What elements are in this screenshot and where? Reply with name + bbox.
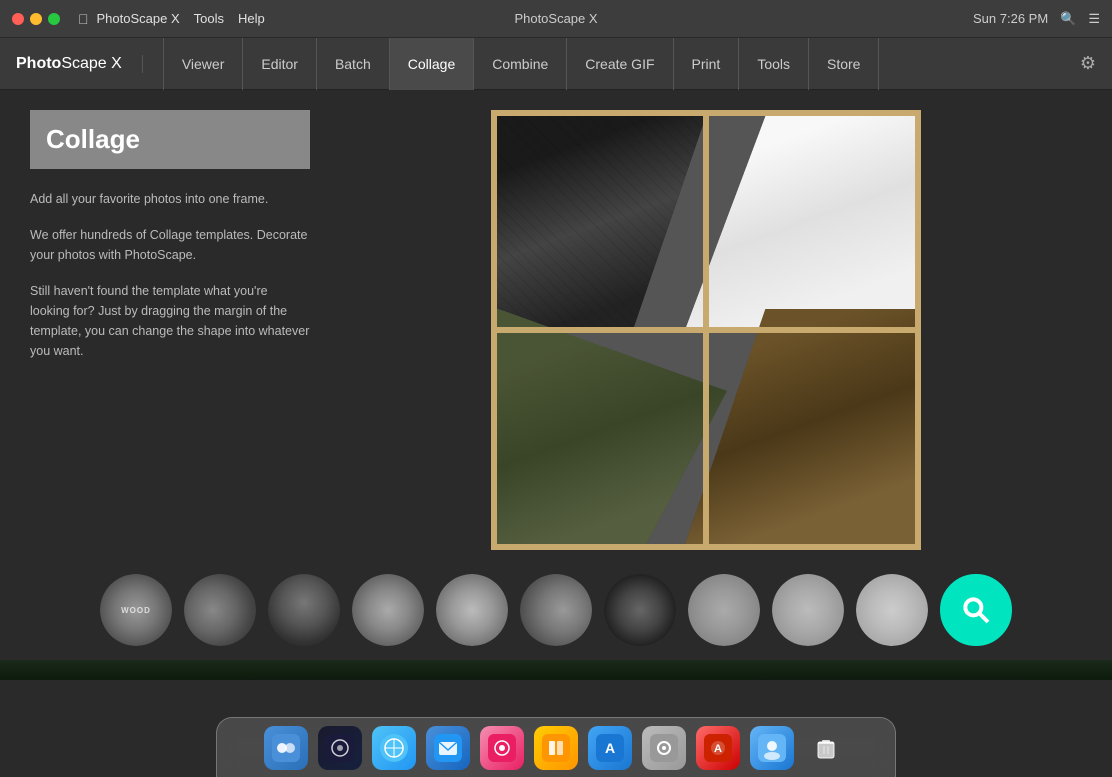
dock-books-icon[interactable]: [534, 726, 578, 770]
collage-preview-container: [330, 110, 1082, 550]
thumb-search-active[interactable]: [940, 574, 1012, 646]
menu-bar: PhotoScape X Tools Help: [97, 11, 265, 26]
title-bar-right: Sun 7:26 PM 🔍 ☰: [973, 11, 1100, 27]
dock-mail-icon[interactable]: [426, 726, 470, 770]
apple-logo-icon: : [78, 11, 89, 27]
dock-system-preferences-icon[interactable]: [642, 726, 686, 770]
description-1: Add all your favorite photos into one fr…: [30, 189, 310, 209]
nav-bar: PhotoScape X Viewer Editor Batch Collage…: [0, 38, 1112, 90]
main-content: Collage Add all your favorite photos int…: [0, 90, 1112, 560]
nav-batch[interactable]: Batch: [317, 38, 390, 90]
nav-tools[interactable]: Tools: [739, 38, 809, 90]
dock-music-icon[interactable]: [480, 726, 524, 770]
collage-quad-bottom-right: [685, 309, 915, 544]
thumb-8[interactable]: [688, 574, 760, 646]
nav-creategif[interactable]: Create GIF: [567, 38, 673, 90]
dock-trash-icon[interactable]: [804, 726, 848, 770]
search-icon[interactable]: 🔍: [1060, 11, 1076, 27]
svg-text:A: A: [605, 740, 615, 756]
description-2: We offer hundreds of Collage templates. …: [30, 225, 310, 265]
thumbnail-strip: WOOD: [0, 560, 1112, 660]
nav-editor[interactable]: Editor: [243, 38, 317, 90]
desktop-strip: [0, 660, 1112, 680]
svg-text:A: A: [714, 743, 722, 755]
nav-items: Viewer Editor Batch Collage Combine Crea…: [163, 38, 1080, 90]
menu-help[interactable]: Help: [238, 11, 265, 26]
nav-store[interactable]: Store: [809, 38, 879, 90]
menu-photoscape[interactable]: PhotoScape X: [97, 11, 180, 26]
minimize-button[interactable]: [30, 13, 42, 25]
collage-title-box: Collage: [30, 110, 310, 169]
window-title: PhotoScape X: [514, 11, 597, 26]
dock-alfred-icon[interactable]: A: [696, 726, 740, 770]
thumb-4[interactable]: [352, 574, 424, 646]
divider-vertical: [703, 116, 709, 544]
dock-finder-icon[interactable]: [264, 726, 308, 770]
dock-appstore-icon[interactable]: A: [588, 726, 632, 770]
thumb-6[interactable]: [520, 574, 592, 646]
dock: A A: [216, 717, 896, 777]
dock-launchpad-icon[interactable]: [318, 726, 362, 770]
thumb-2[interactable]: [184, 574, 256, 646]
left-panel: Collage Add all your favorite photos int…: [30, 110, 310, 550]
collage-quad-top-right: [685, 116, 915, 330]
settings-gear-icon[interactable]: ⚙: [1080, 53, 1096, 74]
maximize-button[interactable]: [48, 13, 60, 25]
dock-systemprefs2-icon[interactable]: [750, 726, 794, 770]
close-button[interactable]: [12, 13, 24, 25]
title-bar-left:  PhotoScape X Tools Help: [12, 11, 265, 27]
search-active-indicator: [943, 574, 1009, 646]
list-icon[interactable]: ☰: [1088, 11, 1100, 27]
collage-frame[interactable]: [491, 110, 921, 550]
menu-tools[interactable]: Tools: [194, 11, 224, 26]
thumb-5[interactable]: [436, 574, 508, 646]
thumb-1[interactable]: WOOD: [100, 574, 172, 646]
nav-viewer[interactable]: Viewer: [163, 38, 244, 90]
app-title: PhotoScape X: [16, 55, 143, 73]
dock-safari-icon[interactable]: [372, 726, 416, 770]
title-bar:  PhotoScape X Tools Help PhotoScape X S…: [0, 0, 1112, 38]
collage-quad-top-left: [497, 116, 706, 330]
nav-combine[interactable]: Combine: [474, 38, 567, 90]
thumb-7[interactable]: [604, 574, 676, 646]
thumb-10[interactable]: [856, 574, 928, 646]
collage-quad-bottom-left: [497, 309, 727, 544]
thumb-3[interactable]: [268, 574, 340, 646]
thumb-9[interactable]: [772, 574, 844, 646]
page-title: Collage: [46, 124, 294, 155]
nav-print[interactable]: Print: [674, 38, 740, 90]
description-3: Still haven't found the template what yo…: [30, 281, 310, 361]
time-display: Sun 7:26 PM: [973, 11, 1048, 26]
nav-collage[interactable]: Collage: [390, 38, 474, 90]
